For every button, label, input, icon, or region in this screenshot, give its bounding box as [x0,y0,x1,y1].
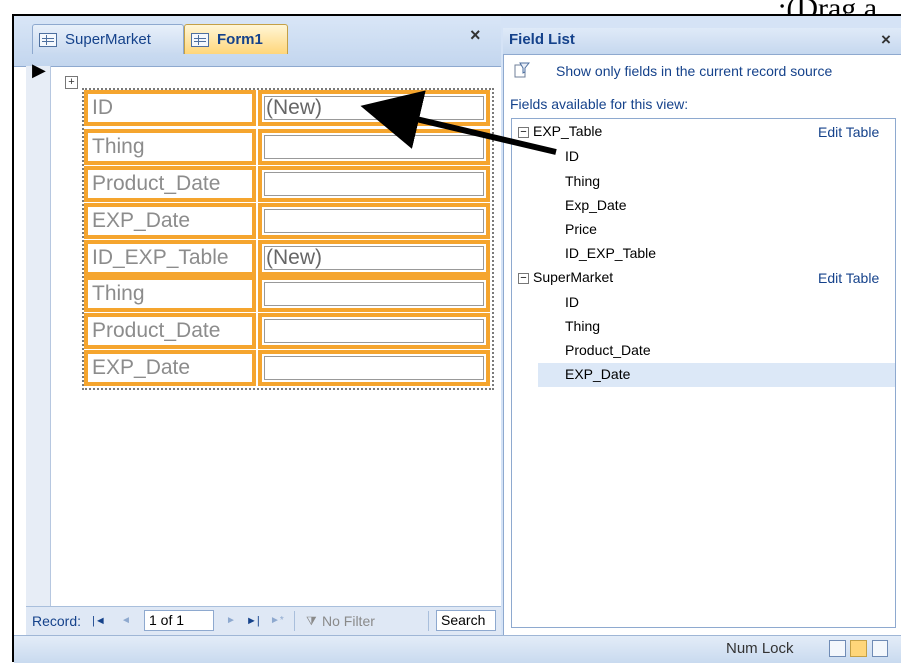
last-record-icon[interactable]: ►| [246,615,260,627]
field-item[interactable]: Product_Date [565,342,651,358]
field-textbox[interactable] [258,166,490,202]
form-view-icon[interactable] [829,640,846,657]
table-group-name: EXP_Table [533,123,603,139]
field-label[interactable]: Product_Date [84,313,256,349]
field-item[interactable]: ID_EXP_Table [565,245,656,261]
filter-fields-icon[interactable] [514,62,530,78]
field-label[interactable]: EXP_Date [84,203,256,239]
table-group-name: SuperMarket [533,269,614,285]
field-label[interactable]: ID_EXP_Table [84,240,256,276]
field-textbox[interactable] [258,313,490,349]
table-group-supermarket[interactable]: − SuperMarket [518,269,613,285]
field-item[interactable]: EXP_Date [565,366,630,382]
filter-toggle[interactable]: No Filter [322,613,375,629]
field-textbox[interactable] [258,203,490,239]
next-record-icon[interactable]: ► [226,615,236,626]
current-record-arrow-icon: ▶ [32,60,46,80]
collapse-icon[interactable]: − [518,126,529,138]
collapse-icon[interactable]: − [518,272,529,284]
form-icon [191,32,209,47]
field-label[interactable]: ID [84,90,256,126]
field-item[interactable]: Thing [565,173,600,189]
field-item[interactable]: Exp_Date [565,197,626,213]
field-list-title: Field List [509,31,575,48]
field-textbox[interactable]: (New) [258,240,490,276]
record-label: Record: [32,613,82,629]
table-group-exp-table[interactable]: − EXP_Table [518,123,602,139]
field-item[interactable]: Price [565,221,597,237]
edit-table-link[interactable]: Edit Table [818,270,879,286]
field-label[interactable]: Thing [84,129,256,165]
nav-divider [294,611,295,631]
search-input[interactable]: Search [436,610,496,631]
tab-supermarket[interactable]: SuperMarket [32,24,184,54]
show-only-fields-link[interactable]: Show only fields in the current record s… [556,63,832,79]
field-item[interactable]: ID [565,148,579,164]
filter-icon[interactable]: ⧩ [306,614,317,629]
record-navigation-bar: Record: |◄ ◄ 1 of 1 ► ►| ►* ⧩ No Filter … [26,606,501,636]
edit-table-link[interactable]: Edit Table [818,124,879,140]
tab-label: SuperMarket [65,31,151,48]
field-item[interactable]: ID [565,294,579,310]
field-item[interactable]: Thing [565,318,600,334]
move-handle-icon[interactable]: + [65,76,78,89]
previous-record-icon[interactable]: ◄ [121,615,131,626]
field-textbox[interactable] [258,350,490,386]
design-view-icon[interactable] [872,640,888,657]
field-label[interactable]: Thing [84,276,256,312]
field-label[interactable]: EXP_Date [84,350,256,386]
available-fields-label: Fields available for this view: [510,96,689,112]
field-label[interactable]: Product_Date [84,166,256,202]
field-textbox[interactable]: (New) [258,90,490,126]
tab-label: Form1 [217,31,263,48]
tab-form1[interactable]: Form1 [184,24,288,54]
first-record-icon[interactable]: |◄ [92,615,106,627]
close-field-list-button[interactable]: × [881,30,891,50]
table-icon [39,32,57,47]
layout-view-icon[interactable] [850,640,867,657]
current-record-input[interactable]: 1 of 1 [144,610,214,631]
num-lock-indicator: Num Lock [726,640,794,657]
field-textbox[interactable] [258,129,490,165]
close-document-button[interactable]: × [470,25,481,46]
nav-divider [428,611,429,631]
field-textbox[interactable] [258,276,490,312]
document-tab-bar: SuperMarket Form1 [14,16,501,67]
record-selector[interactable] [26,66,51,606]
new-record-icon[interactable]: ►* [270,615,284,626]
